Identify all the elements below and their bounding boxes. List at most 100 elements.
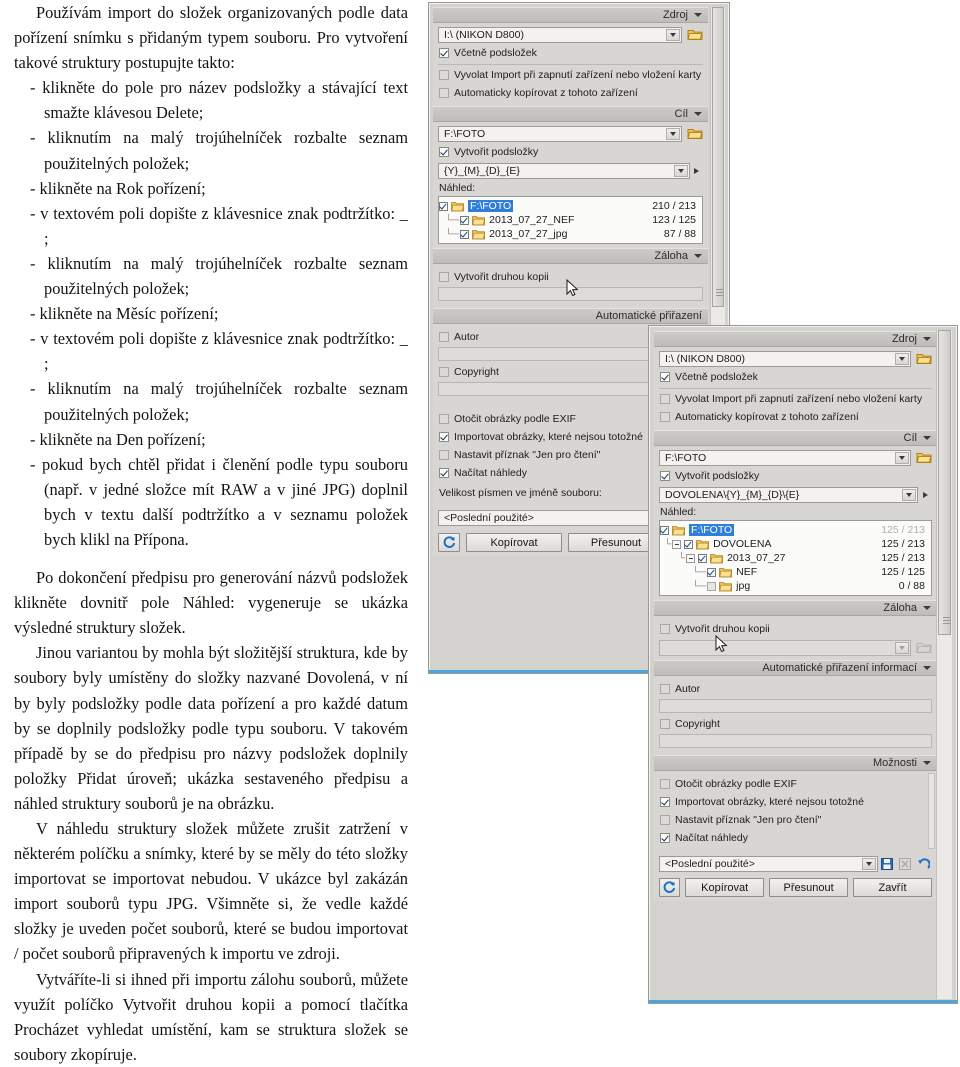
options-scrollbar[interactable] — [928, 773, 935, 849]
import-dialog-front[interactable]: Zdroj I:\ (NIKON D800) Včetně podsložek — [648, 325, 958, 1004]
section-header-source[interactable]: Zdroj — [433, 7, 708, 23]
load-previews-row[interactable]: Načítat náhledy — [660, 830, 932, 846]
chevron-down-icon[interactable] — [666, 28, 680, 41]
copyright-field[interactable] — [659, 734, 932, 748]
tree-row[interactable]: └─ jpg 0 / 88 — [660, 579, 931, 593]
create-subfolders-checkbox[interactable] — [660, 471, 670, 481]
undo-preset-button[interactable] — [914, 858, 932, 870]
tree-checkbox[interactable] — [684, 539, 694, 549]
include-subfolders-checkbox[interactable] — [660, 372, 670, 382]
backup-path-combo[interactable] — [659, 639, 911, 656]
second-copy-row[interactable]: Vytvořit druhou kopii — [660, 621, 932, 637]
chevron-down-icon[interactable] — [862, 858, 876, 870]
author-row[interactable]: Autor — [660, 681, 932, 697]
tree-row[interactable]: └─ 2013_07_27_jpg 87 / 88 — [439, 227, 702, 241]
author-checkbox[interactable] — [439, 332, 449, 342]
section-header-target[interactable]: Cíl — [654, 430, 937, 446]
second-copy-row[interactable]: Vytvořit druhou kopii — [439, 269, 703, 285]
browse-folder-icon[interactable] — [915, 450, 932, 465]
scrollbar-thumb[interactable] — [938, 330, 951, 635]
source-device-combo[interactable]: I:\ (NIKON D800) — [438, 26, 682, 43]
chevron-down-icon[interactable] — [895, 641, 909, 654]
tree-row[interactable]: └─ NEF 125 / 125 — [660, 565, 931, 579]
import-not-identical-checkbox[interactable] — [439, 432, 449, 442]
author-checkbox[interactable] — [660, 684, 670, 694]
copyright-checkbox[interactable] — [439, 367, 449, 377]
subfolder-pattern-combo[interactable]: {Y}_{M}_{D}_{E} — [438, 162, 690, 179]
chevron-down-icon[interactable] — [674, 164, 688, 177]
second-copy-checkbox[interactable] — [439, 272, 449, 282]
load-previews-checkbox[interactable] — [439, 468, 449, 478]
create-subfolders-checkbox[interactable] — [439, 147, 449, 157]
refresh-button[interactable] — [659, 878, 681, 897]
tree-row[interactable]: F:\FOTO 210 / 213 — [439, 199, 702, 213]
expander-icon[interactable] — [686, 553, 696, 563]
tree-checkbox[interactable] — [660, 525, 669, 535]
include-subfolders-row[interactable]: Včetně podsložek — [439, 45, 703, 61]
browse-folder-icon[interactable] — [915, 351, 932, 366]
source-device-combo[interactable]: I:\ (NIKON D800) — [659, 350, 911, 367]
auto-copy-row[interactable]: Automaticky kopírovat z tohoto zařízení — [660, 409, 932, 425]
import-not-identical-row[interactable]: Importovat obrázky, které nejsou totožné — [660, 794, 932, 810]
scrollbar-thumb[interactable] — [712, 7, 724, 307]
tree-row[interactable]: └ DOVOLENA 125 / 213 — [660, 537, 931, 551]
tree-checkbox[interactable] — [460, 215, 470, 225]
delete-preset-button[interactable] — [896, 858, 914, 870]
tree-row[interactable]: └ 2013_07_27 125 / 213 — [660, 551, 931, 565]
tree-checkbox[interactable] — [707, 581, 717, 591]
tree-row[interactable]: F:\FOTO 125 / 213 — [660, 523, 931, 537]
author-field[interactable] — [659, 699, 932, 713]
chevron-down-icon[interactable] — [666, 127, 680, 140]
import-not-identical-checkbox[interactable] — [660, 797, 670, 807]
target-path-combo[interactable]: F:\FOTO — [659, 449, 911, 466]
invoke-on-connect-checkbox[interactable] — [660, 394, 670, 404]
load-previews-checkbox[interactable] — [660, 833, 670, 843]
chevron-down-icon[interactable] — [895, 352, 909, 365]
chevron-down-icon[interactable] — [902, 488, 916, 501]
set-readonly-checkbox[interactable] — [660, 815, 670, 825]
chevron-down-icon[interactable] — [895, 451, 909, 464]
close-button[interactable]: Zavřít — [853, 878, 932, 897]
target-path-combo[interactable]: F:\FOTO — [438, 125, 682, 142]
section-header-backup[interactable]: Záloha — [433, 248, 708, 264]
copyright-row[interactable]: Copyright — [660, 716, 932, 732]
section-header-source[interactable]: Zdroj — [654, 331, 937, 347]
section-header-backup[interactable]: Záloha — [654, 600, 937, 616]
backup-path-field[interactable] — [438, 287, 703, 301]
preview-tree-back[interactable]: F:\FOTO 210 / 213 └─ 2013_07_27_NEF 123 … — [438, 196, 703, 244]
section-header-autoassign[interactable]: Automatické přiřazení — [433, 308, 708, 324]
move-button[interactable]: Přesunout — [769, 878, 849, 897]
invoke-on-connect-checkbox[interactable] — [439, 70, 449, 80]
refresh-button[interactable] — [438, 533, 460, 552]
set-readonly-row[interactable]: Nastavit příznak "Jen pro čtení" — [660, 812, 932, 828]
set-readonly-checkbox[interactable] — [439, 450, 449, 460]
save-preset-button[interactable] — [878, 858, 896, 870]
section-header-options[interactable]: Možnosti — [654, 755, 937, 771]
subfolder-pattern-combo[interactable]: DOVOLENA\{Y}_{M}_{D}\{E} — [659, 486, 918, 503]
copy-button[interactable]: Kopírovat — [466, 533, 562, 552]
section-header-target[interactable]: Cíl — [433, 106, 708, 122]
resize-grip[interactable] — [943, 617, 950, 627]
tree-checkbox[interactable] — [698, 553, 708, 563]
auto-copy-checkbox[interactable] — [439, 88, 449, 98]
resize-grip[interactable] — [716, 289, 723, 299]
auto-copy-row[interactable]: Automaticky kopírovat z tohoto zařízení — [439, 85, 703, 101]
create-subfolders-row[interactable]: Vytvořit podsložky — [439, 144, 703, 160]
auto-copy-checkbox[interactable] — [660, 412, 670, 422]
expander-icon[interactable] — [672, 539, 682, 549]
second-copy-checkbox[interactable] — [660, 624, 670, 634]
browse-folder-icon[interactable] — [686, 27, 703, 42]
add-level-icon[interactable] — [690, 167, 703, 174]
preset-combo[interactable]: <Poslední použité> — [659, 856, 878, 872]
section-header-autoassign[interactable]: Automatické přiřazení informací — [654, 660, 937, 676]
rotate-exif-row[interactable]: Otočit obrázky podle EXIF — [660, 776, 932, 792]
tree-row[interactable]: └─ 2013_07_27_NEF 123 / 125 — [439, 213, 702, 227]
rotate-exif-checkbox[interactable] — [660, 779, 670, 789]
copyright-checkbox[interactable] — [660, 719, 670, 729]
rotate-exif-checkbox[interactable] — [439, 414, 449, 424]
tree-checkbox[interactable] — [439, 201, 448, 211]
invoke-on-connect-row[interactable]: Vyvolat Import při zapnutí zařízení nebo… — [439, 67, 703, 83]
browse-folder-icon[interactable] — [686, 126, 703, 141]
include-subfolders-row[interactable]: Včetně podsložek — [660, 369, 932, 385]
add-level-icon[interactable] — [918, 491, 932, 498]
